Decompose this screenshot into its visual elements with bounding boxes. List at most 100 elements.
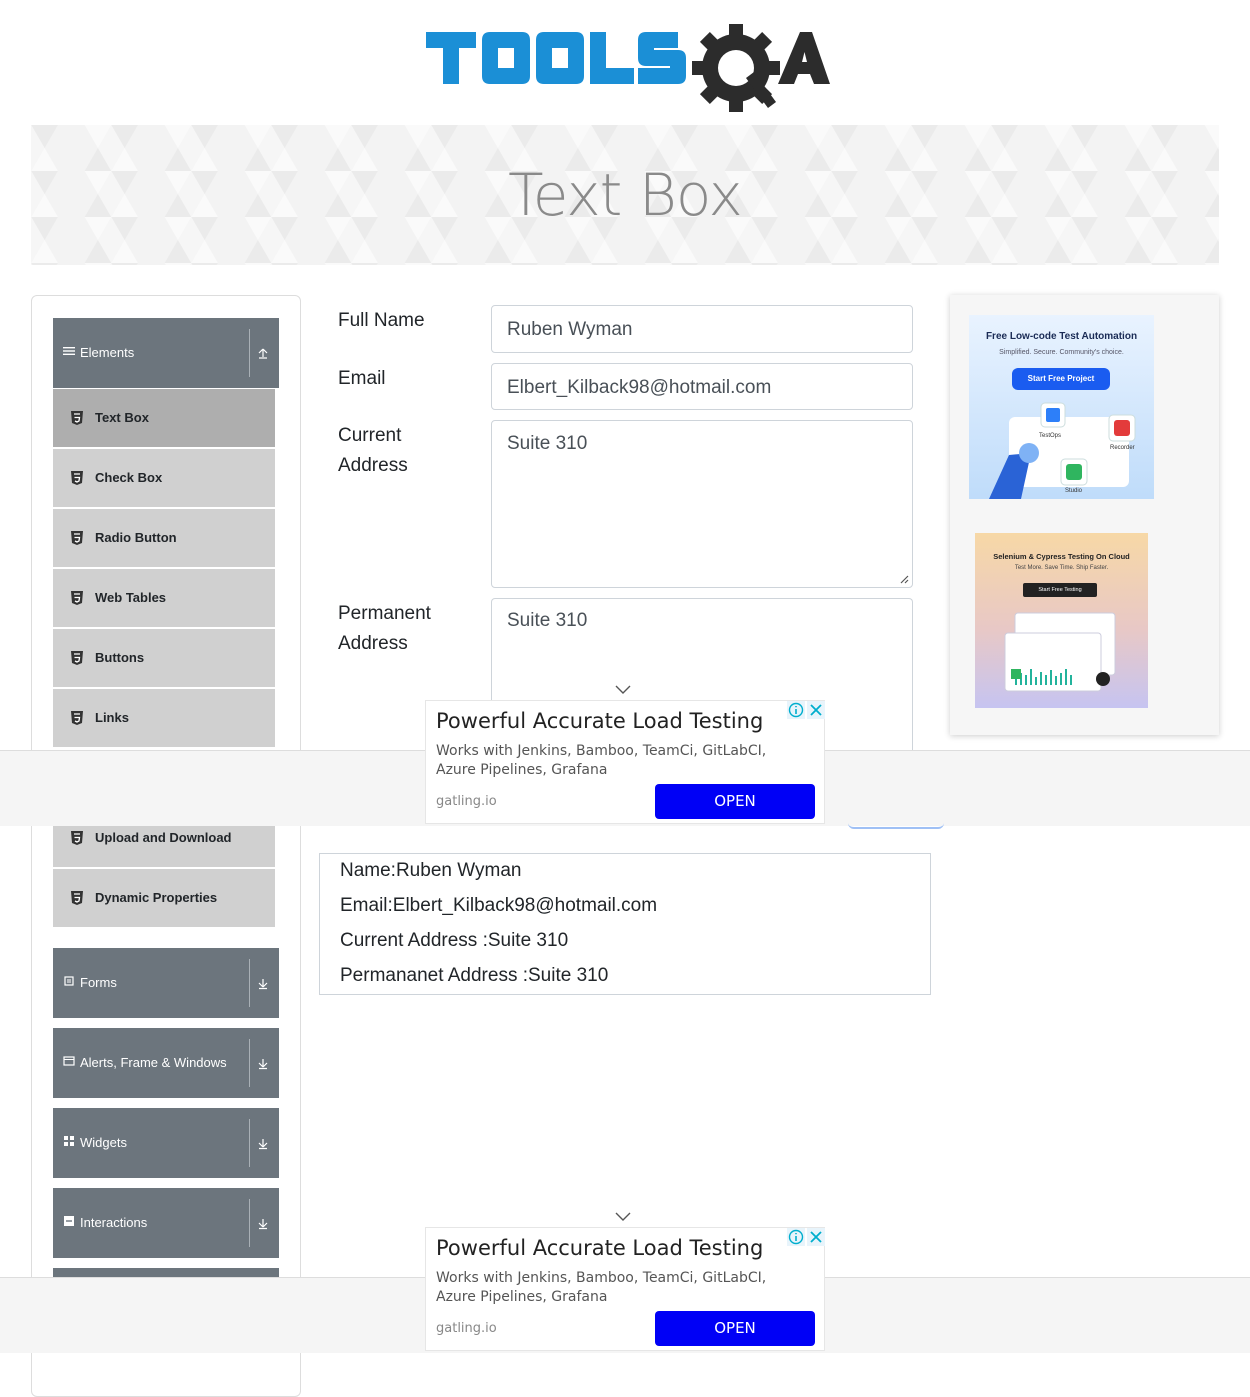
side-ad-subtitle: Test More. Save Time. Ship Faster.	[1014, 565, 1109, 571]
current-address-label: Current Address	[338, 421, 408, 481]
ad-title[interactable]: Powerful Accurate Load Testing	[436, 709, 763, 733]
ad-open-button[interactable]: OPEN	[655, 784, 815, 819]
sidebar-group-interactions[interactable]: Interactions	[53, 1188, 279, 1258]
side-ad-panel: Free Low-code Test Automation Simplified…	[950, 295, 1219, 735]
html5-icon	[71, 651, 83, 665]
toolsqa-logo[interactable]	[426, 18, 830, 114]
current-address-label-line1: Current	[338, 425, 402, 446]
full-name-label: Full Name	[338, 310, 425, 331]
divider	[249, 1039, 250, 1087]
ad-description: Works with Jenkins, Bamboo, TeamCi, GitL…	[436, 1270, 767, 1305]
close-icon[interactable]	[807, 1228, 825, 1246]
expand-down-icon	[258, 1059, 268, 1070]
ad-domain[interactable]: gatling.io	[436, 794, 497, 809]
ad-open-button[interactable]: OPEN	[655, 1311, 815, 1346]
sidebar-group-widgets[interactable]: Widgets	[53, 1108, 279, 1178]
sidebar-item-label: Radio Button	[95, 530, 177, 545]
sidebar-group-label: Forms	[80, 975, 117, 990]
resize-handle-icon[interactable]	[899, 574, 909, 584]
window-icon	[63, 1056, 75, 1066]
side-ad-subtitle: Simplified. Secure. Community's choice.	[999, 349, 1124, 356]
ad-title[interactable]: Powerful Accurate Load Testing	[436, 1236, 763, 1260]
bottom-ad[interactable]: Powerful Accurate Load Testing Works wit…	[425, 1227, 825, 1351]
page-title: Text Box	[508, 161, 743, 229]
permanent-address-label-line2: Address	[338, 633, 408, 654]
html5-icon	[71, 591, 83, 605]
ad-domain[interactable]: gatling.io	[436, 1321, 497, 1336]
divider	[249, 959, 250, 1007]
current-address-label-line2: Address	[338, 455, 408, 476]
sidebar-item-dynamic-properties[interactable]: Dynamic Properties	[53, 869, 275, 929]
html5-icon	[71, 711, 83, 725]
full-name-input[interactable]: Ruben Wyman	[491, 305, 913, 353]
expand-down-icon	[258, 979, 268, 990]
current-address-textarea[interactable]: Suite 310	[491, 420, 913, 588]
sidebar-item-label: Dynamic Properties	[95, 890, 218, 905]
widgets-icon	[64, 1136, 74, 1146]
form-icon	[64, 976, 74, 986]
side-ad-label: TestOps	[1039, 433, 1062, 439]
html5-icon	[71, 891, 83, 905]
side-ad-illustration	[1004, 612, 1116, 692]
output-current-address: Current Address :Suite 310	[340, 930, 569, 951]
sidebar-item-radio-button[interactable]: Radio Button	[53, 509, 275, 569]
side-ad-title: Free Low-code Test Automation	[985, 331, 1138, 342]
sidebar-group-label: Elements	[80, 345, 135, 360]
info-icon[interactable]	[787, 701, 805, 719]
sidebar-item-text-box[interactable]: Text Box	[53, 389, 275, 449]
side-ad-cta-button[interactable]: Start Free Project	[1012, 368, 1110, 390]
sidebar-item-web-tables[interactable]: Web Tables	[53, 569, 275, 629]
html5-icon	[71, 531, 83, 545]
divider	[249, 1199, 250, 1247]
sidebar-group-elements[interactable]: Elements	[53, 318, 279, 388]
sidebar-group-forms[interactable]: Forms	[53, 948, 279, 1018]
ad-description: Works with Jenkins, Bamboo, TeamCi, GitL…	[436, 743, 767, 778]
sidebar-item-label: Links	[95, 710, 129, 725]
submit-button-edge[interactable]	[848, 822, 944, 829]
close-icon[interactable]	[807, 701, 825, 719]
output-panel: Name:Ruben Wyman Email:Elbert_Kilback98@…	[319, 853, 931, 995]
side-ad-label: Studio	[1065, 488, 1083, 494]
side-ad-label: Recorder	[1110, 445, 1135, 451]
sidebar-item-label: Check Box	[95, 470, 163, 485]
chevron-down-icon[interactable]	[615, 685, 631, 695]
sidebar-item-label: Buttons	[95, 650, 145, 665]
sidebar-item-buttons[interactable]: Buttons	[53, 629, 275, 689]
page-banner: Text Box	[31, 125, 1219, 265]
email-input[interactable]: Elbert_Kilback98@hotmail.com	[491, 363, 913, 410]
sidebar-item-check-box[interactable]: Check Box	[53, 449, 275, 509]
html5-icon	[71, 411, 83, 425]
permanent-address-value: Suite 310	[507, 610, 588, 631]
sidebar-group-label: Interactions	[80, 1215, 148, 1230]
side-ad-testops[interactable]: Free Low-code Test Automation Simplified…	[969, 315, 1154, 499]
bottom-ad[interactable]: Powerful Accurate Load Testing Works wit…	[425, 700, 825, 824]
output-email: Email:Elbert_Kilback98@hotmail.com	[340, 895, 658, 916]
sidebar-item-label: Web Tables	[95, 590, 167, 605]
side-ad-title: Selenium & Cypress Testing On Cloud	[993, 552, 1130, 561]
divider	[249, 1119, 250, 1167]
collapse-up-icon	[258, 348, 268, 359]
expand-down-icon	[258, 1219, 268, 1230]
sidebar-group-alerts-frame-windows[interactable]: Alerts, Frame & Windows	[53, 1028, 279, 1098]
hamburger-icon	[63, 347, 75, 355]
current-address-value: Suite 310	[507, 433, 588, 454]
output-permanent-address: Permananet Address :Suite 310	[340, 965, 609, 986]
sidebar-group-label: Alerts, Frame & Windows	[80, 1055, 227, 1070]
html5-icon	[71, 831, 83, 845]
sidebar-item-label: Text Box	[95, 410, 149, 425]
email-value: Elbert_Kilback98@hotmail.com	[507, 377, 772, 398]
permanent-address-label-line1: Permanent	[338, 603, 431, 624]
sidebar-item-links[interactable]: Links	[53, 689, 275, 749]
side-ad-lambdatest[interactable]: Selenium & Cypress Testing On Cloud Test…	[975, 533, 1148, 708]
info-icon[interactable]	[787, 1228, 805, 1246]
permanent-address-label: Permanent Address	[338, 599, 431, 659]
sidebar-group-label: Widgets	[80, 1135, 127, 1150]
chevron-down-icon[interactable]	[615, 1212, 631, 1222]
divider	[249, 329, 250, 377]
html5-icon	[71, 471, 83, 485]
expand-down-icon	[258, 1139, 268, 1150]
side-ad-cta-button[interactable]: Start Free Testing	[1023, 583, 1097, 597]
email-label: Email	[338, 368, 386, 389]
interactions-icon	[64, 1216, 74, 1226]
full-name-value: Ruben Wyman	[507, 319, 633, 340]
